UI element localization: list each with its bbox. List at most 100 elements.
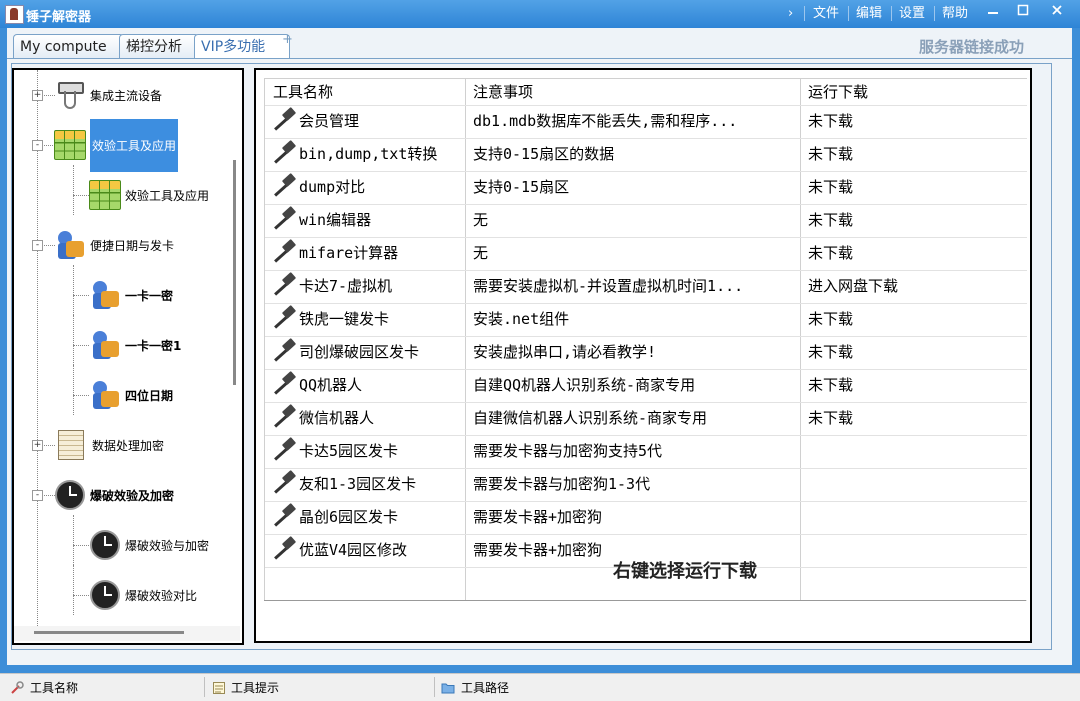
tree-item[interactable]: 效验工具及应用	[89, 175, 209, 215]
spreadsheet-icon	[54, 130, 86, 160]
tool-name-cell: win编辑器	[265, 204, 371, 237]
collapse-icon[interactable]: -	[32, 140, 43, 151]
expand-icon[interactable]: +	[32, 90, 43, 101]
minimize-icon[interactable]	[980, 3, 1006, 21]
table-row[interactable]: 友和1-3园区发卡 需要发卡器与加密狗1-3代	[265, 468, 1027, 502]
header-notes[interactable]: 注意事项	[473, 79, 533, 105]
tree-item-label: 爆破效验及加密	[90, 488, 175, 503]
tool-name-text: 友和1-3园区发卡	[299, 475, 417, 493]
tool-name-text: 铁虎一键发卡	[299, 310, 390, 328]
tree-item[interactable]: 爆破效验与加密	[89, 525, 209, 565]
tree-item[interactable]: 四位日期	[89, 375, 173, 415]
close-icon[interactable]	[1044, 3, 1070, 21]
table-row[interactable]: QQ机器人 自建QQ机器人识别系统-商家专用 未下载	[265, 369, 1027, 403]
tree-connector	[73, 565, 74, 615]
notes-cell: 需要发卡器+加密狗	[473, 541, 603, 559]
tree-item[interactable]: 一卡一密1	[89, 325, 181, 365]
table-row[interactable]: win编辑器 无 未下载	[265, 204, 1027, 238]
download-status-cell: 未下载	[808, 145, 854, 163]
tree-item[interactable]: 爆破效验及加密	[54, 475, 174, 515]
download-status-cell: 未下载	[808, 343, 854, 361]
tree-connector	[73, 315, 74, 365]
tree-item-label: 一卡一密	[125, 288, 174, 303]
tree-connector	[37, 70, 38, 626]
tree-connector	[73, 345, 89, 346]
table-row[interactable]: dump对比 支持0-15扇区 未下载	[265, 171, 1027, 205]
scroll-thumb[interactable]	[233, 160, 236, 385]
hammer-icon	[269, 175, 295, 201]
collapse-icon[interactable]: -	[32, 240, 43, 251]
notes-cell: 需要发卡器与加密狗支持5代	[473, 442, 663, 460]
table-row[interactable]: 司创爆破园区发卡 安装虚拟串口,请必看教学! 未下载	[265, 336, 1027, 370]
tree-item[interactable]: 数据处理加密	[54, 425, 164, 465]
table-row[interactable]: 会员管理 db1.mdb数据库不能丢失,需和程序... 未下载	[265, 105, 1027, 139]
menu-settings[interactable]: 设置	[899, 4, 925, 24]
menu-separator	[804, 6, 805, 21]
tree-vertical-scrollbar[interactable]	[230, 70, 240, 626]
header-download[interactable]: 运行下载	[808, 79, 868, 105]
tool-icon	[10, 680, 24, 694]
window-title: 锤子解密器	[26, 10, 92, 25]
tree-connector	[73, 595, 89, 596]
menu-edit[interactable]: 编辑	[856, 4, 882, 24]
tree-horizontal-scrollbar[interactable]	[14, 626, 240, 641]
tree-connector	[73, 395, 89, 396]
expand-icon[interactable]: +	[32, 440, 43, 451]
tool-name-cell: bin,dump,txt转换	[265, 138, 437, 171]
tree-item[interactable]: 便捷日期与发卡	[54, 225, 174, 265]
tab-my-compute[interactable]: My compute	[13, 34, 124, 59]
menu-help[interactable]: 帮助	[942, 4, 968, 24]
tool-name-text: dump对比	[299, 178, 366, 196]
status-separator	[434, 677, 435, 697]
notes-cell: db1.mdb数据库不能丢失,需和程序...	[473, 112, 738, 130]
clock-icon	[90, 580, 120, 610]
table-row[interactable]: mifare计算器 无 未下载	[265, 237, 1027, 271]
table-row[interactable]: 卡达5园区发卡 需要发卡器与加密狗支持5代	[265, 435, 1027, 469]
scroll-thumb[interactable]	[34, 631, 184, 634]
collapse-icon[interactable]: -	[32, 490, 43, 501]
hammer-icon	[269, 208, 295, 234]
maximize-icon[interactable]	[1010, 3, 1036, 21]
tree-connector	[73, 165, 74, 215]
tool-name-text: QQ机器人	[299, 376, 363, 394]
menu-file[interactable]: 文件	[813, 4, 839, 24]
status-bar: 工具名称 工具提示 工具路径	[0, 673, 1080, 701]
hammer-icon	[269, 241, 295, 267]
context-menu-hint: 右键选择运行下载	[613, 561, 757, 582]
tab-vip-functions[interactable]: VIP多功能	[194, 34, 290, 59]
header-tool-name[interactable]: 工具名称	[273, 79, 333, 105]
users-icon	[54, 229, 86, 261]
table-row[interactable]: 铁虎一键发卡 安装.net组件 未下载	[265, 303, 1027, 337]
download-status-cell: 未下载	[808, 211, 854, 229]
tool-name-text: win编辑器	[299, 211, 372, 229]
hammer-icon	[269, 109, 295, 135]
tree-list: + 集成主流设备 - 效验工具及应用 效验工具及应用 - 便捷日期与发卡 一卡一密 一卡一密1 四…	[14, 70, 224, 626]
notepad-icon	[212, 680, 226, 694]
tree-item[interactable]: 爆破效验对比	[89, 575, 197, 615]
tree-item[interactable]: 效验工具及应用	[54, 118, 179, 172]
table-row[interactable]: 微信机器人 自建微信机器人识别系统-商家专用 未下载	[265, 402, 1027, 436]
table-row[interactable]: 晶创6园区发卡 需要发卡器+加密狗	[265, 501, 1027, 535]
notes-cell: 无	[473, 244, 489, 262]
table-row[interactable]: 卡达7-虚拟机 需要安装虚拟机-并设置虚拟机时间1... 进入网盘下载	[265, 270, 1027, 304]
chevron-right-icon[interactable]: ›	[788, 4, 793, 24]
notes-cell: 自建QQ机器人识别系统-商家专用	[473, 376, 696, 394]
tree-item[interactable]: 集成主流设备	[54, 75, 162, 115]
hammer-icon	[269, 340, 295, 366]
tree-item[interactable]: 一卡一密	[89, 275, 173, 315]
table-row[interactable]: bin,dump,txt转换 支持0-15扇区的数据 未下载	[265, 138, 1027, 172]
notes-cell: 支持0-15扇区	[473, 178, 570, 196]
menu-separator	[934, 6, 935, 21]
tool-name-cell: 晶创6园区发卡	[265, 501, 398, 534]
tool-name-text: 晶创6园区发卡	[299, 508, 399, 526]
add-tab-icon[interactable]: +	[282, 32, 293, 47]
tool-name-text: 微信机器人	[299, 409, 375, 427]
tree-connector	[73, 545, 89, 546]
tab-elevator-analysis[interactable]: 梯控分析	[119, 34, 199, 59]
tool-name-cell: dump对比	[265, 171, 365, 204]
tool-name-text: 司创爆破园区发卡	[299, 343, 420, 361]
tool-name-cell: mifare计算器	[265, 237, 398, 270]
tab-strip: My compute 梯控分析 VIP多功能 + 服务器链接成功	[7, 28, 1072, 59]
tree-connector	[73, 515, 74, 565]
tool-name-cell: 司创爆破园区发卡	[265, 336, 419, 369]
